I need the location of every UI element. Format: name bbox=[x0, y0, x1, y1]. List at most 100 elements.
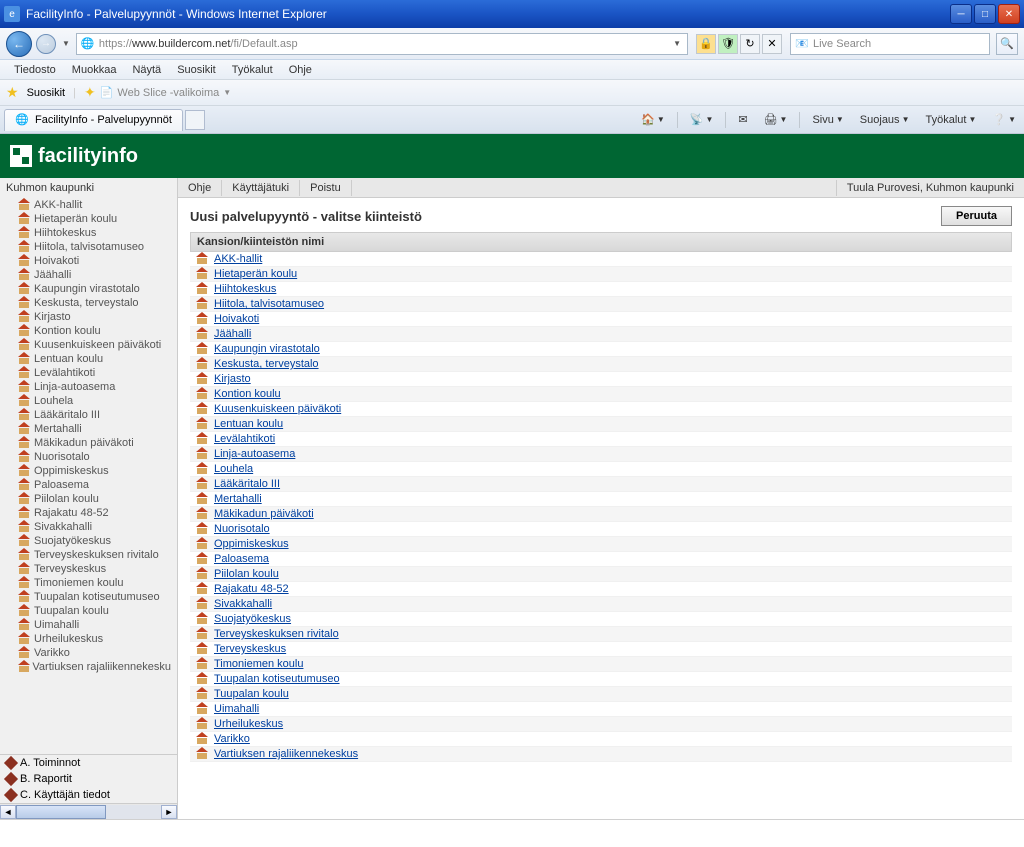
property-link[interactable]: Linja-autoasema bbox=[214, 448, 295, 460]
property-link[interactable]: Louhela bbox=[214, 463, 253, 475]
safety-menu[interactable]: Suojaus ▼ bbox=[856, 112, 914, 128]
sidebar-item[interactable]: AKK-hallit bbox=[0, 198, 177, 212]
sidebar-item[interactable]: Mertahalli bbox=[0, 422, 177, 436]
sidebar-item[interactable]: Keskusta, terveystalo bbox=[0, 296, 177, 310]
sidebar-item[interactable]: Timoniemen koulu bbox=[0, 576, 177, 590]
property-link[interactable]: Kirjasto bbox=[214, 373, 251, 385]
menu-tyokalut[interactable]: Työkalut bbox=[224, 62, 281, 78]
property-link[interactable]: Hoivakoti bbox=[214, 313, 259, 325]
tab-facilityinfo[interactable]: 🌐 FacilityInfo - Palvelupyynnöt bbox=[4, 109, 183, 131]
lock-icon[interactable]: 🔒 bbox=[696, 34, 716, 54]
webslice-link[interactable]: ✦ 📄 Web Slice -valikoima ▼ bbox=[84, 84, 231, 101]
sidebar-item[interactable]: Kirjasto bbox=[0, 310, 177, 324]
property-link[interactable]: AKK-hallit bbox=[214, 253, 262, 265]
property-link[interactable]: Terveyskeskuksen rivitalo bbox=[214, 628, 339, 640]
mail-button[interactable]: ✉ bbox=[734, 111, 751, 128]
property-link[interactable]: Oppimiskeskus bbox=[214, 538, 289, 550]
property-link[interactable]: Mäkikadun päiväkoti bbox=[214, 508, 314, 520]
property-link[interactable]: Varikko bbox=[214, 733, 250, 745]
sidebar-item[interactable]: Sivakkahalli bbox=[0, 520, 177, 534]
sidebar-item[interactable]: Lentuan koulu bbox=[0, 352, 177, 366]
sidebar-item[interactable]: Oppimiskeskus bbox=[0, 464, 177, 478]
print-button[interactable]: 🖨 ▼ bbox=[760, 111, 792, 128]
nav-history-dropdown[interactable]: ▼ bbox=[60, 39, 72, 48]
close-button[interactable]: ✕ bbox=[998, 4, 1020, 24]
property-link[interactable]: Hietaperän koulu bbox=[214, 268, 297, 280]
menu-tiedosto[interactable]: Tiedosto bbox=[6, 62, 64, 78]
property-link[interactable]: Piilolan koulu bbox=[214, 568, 279, 580]
sidebar-item[interactable]: Uimahalli bbox=[0, 618, 177, 632]
scroll-left-button[interactable]: ◄ bbox=[0, 805, 16, 819]
property-link[interactable]: Paloasema bbox=[214, 553, 269, 565]
back-button[interactable]: ← bbox=[6, 31, 32, 57]
minimize-button[interactable]: ─ bbox=[950, 4, 972, 24]
menu-muokkaa[interactable]: Muokkaa bbox=[64, 62, 125, 78]
maximize-button[interactable]: □ bbox=[974, 4, 996, 24]
sidebar-item[interactable]: Hietaperän koulu bbox=[0, 212, 177, 226]
property-link[interactable]: Keskusta, terveystalo bbox=[214, 358, 319, 370]
menu-nayta[interactable]: Näytä bbox=[124, 62, 169, 78]
property-link[interactable]: Levälahtikoti bbox=[214, 433, 275, 445]
sidebar-item[interactable]: Urheilukeskus bbox=[0, 632, 177, 646]
sidebar-root[interactable]: Kuhmon kaupunki bbox=[0, 178, 177, 198]
property-link[interactable]: Hiitola, talvisotamuseo bbox=[214, 298, 324, 310]
sidebar-item[interactable]: Mäkikadun päiväkoti bbox=[0, 436, 177, 450]
sidebar-cat-toiminnot[interactable]: A. Toiminnot bbox=[0, 755, 177, 771]
sidebar-item[interactable]: Levälahtikoti bbox=[0, 366, 177, 380]
search-input[interactable]: 📧 Live Search bbox=[790, 33, 990, 55]
sidebar-item[interactable]: Hoivakoti bbox=[0, 254, 177, 268]
property-link[interactable]: Uimahalli bbox=[214, 703, 259, 715]
property-link[interactable]: Lentuan koulu bbox=[214, 418, 283, 430]
property-link[interactable]: Urheilukeskus bbox=[214, 718, 283, 730]
property-link[interactable]: Mertahalli bbox=[214, 493, 262, 505]
sidebar-item[interactable]: Linja-autoasema bbox=[0, 380, 177, 394]
property-link[interactable]: Sivakkahalli bbox=[214, 598, 272, 610]
sidebar-item[interactable]: Terveyskeskuksen rivitalo bbox=[0, 548, 177, 562]
menu-ohje[interactable]: Ohje bbox=[281, 62, 320, 78]
page-menu[interactable]: Sivu ▼ bbox=[808, 112, 847, 128]
property-link[interactable]: Jäähalli bbox=[214, 328, 251, 340]
sidebar-item[interactable]: Tuupalan koulu bbox=[0, 604, 177, 618]
sidebar-item[interactable]: Hiihtokeskus bbox=[0, 226, 177, 240]
stop-button[interactable]: ✕ bbox=[762, 34, 782, 54]
property-link[interactable]: Kaupungin virastotalo bbox=[214, 343, 320, 355]
new-tab-button[interactable] bbox=[185, 110, 205, 130]
sidebar-item[interactable]: Louhela bbox=[0, 394, 177, 408]
sidebar-item[interactable]: Lääkäritalo III bbox=[0, 408, 177, 422]
refresh-button[interactable]: ↻ bbox=[740, 34, 760, 54]
sidebar-hscrollbar[interactable]: ◄ ► bbox=[0, 803, 177, 819]
scroll-thumb[interactable] bbox=[16, 805, 106, 819]
cancel-button[interactable]: Peruuta bbox=[941, 206, 1012, 226]
sidebar-item[interactable]: Varikko bbox=[0, 646, 177, 660]
sidebar-item[interactable]: Kontion koulu bbox=[0, 324, 177, 338]
property-link[interactable]: Timoniemen koulu bbox=[214, 658, 303, 670]
sidebar-item[interactable]: Terveyskeskus bbox=[0, 562, 177, 576]
property-link[interactable]: Rajakatu 48-52 bbox=[214, 583, 289, 595]
sidebar-item[interactable]: Suojatyökeskus bbox=[0, 534, 177, 548]
sidebar-item[interactable]: Piilolan koulu bbox=[0, 492, 177, 506]
sidebar-item[interactable]: Rajakatu 48-52 bbox=[0, 506, 177, 520]
sidebar-item[interactable]: Tuupalan kotiseutumuseo bbox=[0, 590, 177, 604]
property-link[interactable]: Vartiuksen rajaliikennekeskus bbox=[214, 748, 358, 760]
address-dropdown[interactable]: ▼ bbox=[671, 39, 683, 48]
address-bar[interactable]: 🌐 https://www.buildercom.net/fi/Default.… bbox=[76, 33, 688, 55]
menu-suosikit[interactable]: Suosikit bbox=[169, 62, 224, 78]
sidebar-item[interactable]: Nuorisotalo bbox=[0, 450, 177, 464]
property-link[interactable]: Nuorisotalo bbox=[214, 523, 270, 535]
sidebar-item[interactable]: Kuusenkuiskeen päiväkoti bbox=[0, 338, 177, 352]
app-nav-ohje[interactable]: Ohje bbox=[178, 180, 222, 196]
sidebar-item[interactable]: Paloasema bbox=[0, 478, 177, 492]
property-link[interactable]: Lääkäritalo III bbox=[214, 478, 280, 490]
help-button[interactable]: ❔▼ bbox=[988, 111, 1020, 128]
property-link[interactable]: Hiihtokeskus bbox=[214, 283, 276, 295]
feeds-button[interactable]: 📡 ▼ bbox=[686, 111, 718, 128]
home-button[interactable]: 🏠 ▼ bbox=[637, 111, 669, 128]
cert-icon[interactable]: 🛡 bbox=[718, 34, 738, 54]
favorites-label[interactable]: Suosikit bbox=[27, 87, 66, 99]
sidebar-cat-raportit[interactable]: B. Raportit bbox=[0, 771, 177, 787]
property-link[interactable]: Tuupalan koulu bbox=[214, 688, 289, 700]
forward-button[interactable]: → bbox=[36, 34, 56, 54]
sidebar-item[interactable]: Kaupungin virastotalo bbox=[0, 282, 177, 296]
sidebar-item[interactable]: Hiitola, talvisotamuseo bbox=[0, 240, 177, 254]
sidebar-cat-kayttajan-tiedot[interactable]: C. Käyttäjän tiedot bbox=[0, 787, 177, 803]
